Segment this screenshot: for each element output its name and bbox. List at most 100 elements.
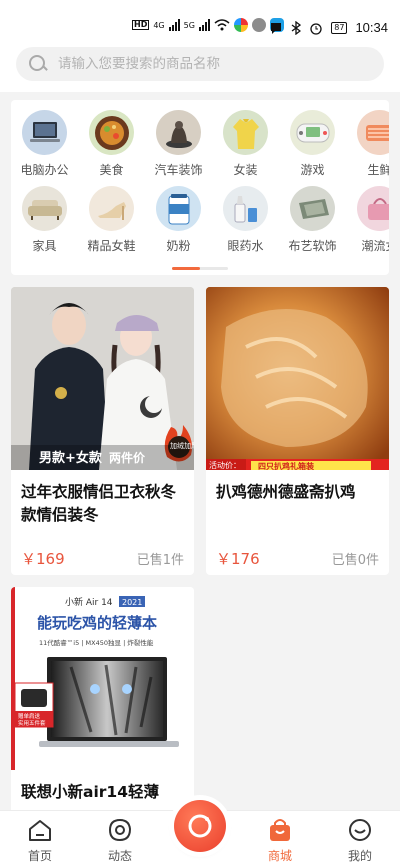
category-item-eye-drops[interactable]: 眼药水 xyxy=(212,186,279,262)
wifi-icon xyxy=(214,19,230,31)
image-caption: 男款+女款 xyxy=(39,450,103,466)
laptop-model: 小新 Air 14 xyxy=(65,596,113,608)
product-price: ￥169 xyxy=(21,549,65,568)
status-right: 87 10:34 xyxy=(269,20,388,35)
gift-line-1: 赠单肩送 xyxy=(18,712,41,720)
fresh-food-icon xyxy=(357,110,389,155)
gift-line-2: 实用五件套 xyxy=(18,719,46,727)
womens-clothing-icon xyxy=(223,110,268,155)
bluetooth-icon xyxy=(291,20,302,35)
category-pager xyxy=(172,267,228,270)
profile-icon xyxy=(349,819,371,841)
nav-label: 我的 xyxy=(347,849,372,863)
game-console-icon xyxy=(290,110,335,155)
nav-moments[interactable]: 动态 xyxy=(80,811,160,866)
app-notification-icon xyxy=(233,18,248,32)
food-icon xyxy=(89,110,134,155)
nav-profile[interactable]: 我的 xyxy=(320,811,400,866)
camera-button[interactable] xyxy=(174,800,226,852)
laptop-year: 2021 xyxy=(122,598,142,607)
category-item-fresh[interactable]: 生鲜 xyxy=(346,110,389,186)
handbag-icon xyxy=(357,186,389,231)
couple-hoodie-photo: 男款+女款 两件价 加绒加厚 xyxy=(11,287,194,470)
category-item-games[interactable]: 游戏 xyxy=(279,110,346,186)
high-heel-icon xyxy=(89,186,134,231)
laptop-spec: 11代酷睿™i5 | MX450独显 | 炸裂性能 xyxy=(39,638,154,647)
rug-icon xyxy=(290,186,335,231)
alarm-icon xyxy=(310,22,322,35)
search-bar-container xyxy=(0,40,400,92)
battery-indicator: 87 xyxy=(331,21,348,34)
status-bar: HD 4G 5G 87 10:34 xyxy=(0,0,400,40)
promo-banner: 四只扒鸡礼箱装 xyxy=(258,461,314,470)
category-label: 潮流女 xyxy=(361,239,389,253)
clock: 10:34 xyxy=(355,20,388,35)
category-row: 家具 精品女鞋 奶粉 眼药水 布艺软饰 潮流 xyxy=(11,186,389,262)
nav-label: 首页 xyxy=(27,849,52,863)
category-item-furniture[interactable]: 家具 xyxy=(11,186,78,262)
sofa-icon xyxy=(22,186,67,231)
product-card[interactable]: 男款+女款 两件价 加绒加厚 过年衣服情侣卫衣秋冬款情侣装冬 ￥169 已售1件 xyxy=(11,287,194,575)
product-title[interactable]: 过年衣服情侣卫衣秋冬款情侣装冬 xyxy=(11,470,194,538)
category-label: 布艺软饰 xyxy=(288,239,337,253)
wechat-icon xyxy=(251,18,266,32)
search-icon xyxy=(28,54,48,74)
category-grid: 电脑办公 美食 汽车装饰 女装 游戏 生鲜 家具 精品女鞋 奶粉 眼药水 布艺软… xyxy=(11,100,389,275)
network-4g-label: 4G xyxy=(153,20,165,30)
product-meta: ￥169 已售1件 xyxy=(11,538,194,575)
laptop-promo-image: 小新 Air 14 2021 能玩吃鸡的轻薄本 11代酷睿™i5 | MX450… xyxy=(11,587,194,770)
category-row: 电脑办公 美食 汽车装饰 女装 游戏 生鲜 xyxy=(11,110,389,186)
signal-bars-icon xyxy=(168,19,180,31)
promo-label: 活动价： xyxy=(209,460,241,470)
message-icon xyxy=(271,22,282,34)
category-item-milk-powder[interactable]: 奶粉 xyxy=(145,186,212,262)
nav-label: 动态 xyxy=(107,849,132,863)
category-item-trendy-women[interactable]: 潮流女 xyxy=(346,186,389,262)
product-title[interactable]: 扒鸡德州德盛斋扒鸡 xyxy=(206,470,389,538)
laptop-icon xyxy=(22,110,67,155)
category-label: 汽车装饰 xyxy=(154,163,203,177)
product-sold-count: 已售0件 xyxy=(331,552,379,568)
category-label: 游戏 xyxy=(300,163,325,177)
product-meta: ￥176 已售0件 xyxy=(206,538,389,575)
network-5g-label: 5G xyxy=(183,20,195,30)
hd-indicator: HD xyxy=(132,20,150,30)
category-label: 眼药水 xyxy=(227,239,264,253)
nav-mall[interactable]: 商城 xyxy=(240,811,320,866)
network-indicators: HD 4G 5G xyxy=(132,18,284,32)
moments-icon xyxy=(108,818,132,842)
category-item-womens-shoes[interactable]: 精品女鞋 xyxy=(78,186,145,262)
pager-active-indicator xyxy=(172,267,200,270)
braised-chicken-photo: 活动价： 四只扒鸡礼箱装 xyxy=(206,287,389,470)
product-price: ￥176 xyxy=(216,549,260,568)
category-item-car-decor[interactable]: 汽车装饰 xyxy=(145,110,212,186)
product-image: 小新 Air 14 2021 能玩吃鸡的轻薄本 11代酷睿™i5 | MX450… xyxy=(11,587,194,770)
laptop-headline: 能玩吃鸡的轻薄本 xyxy=(37,614,157,632)
category-label: 女装 xyxy=(233,163,258,177)
category-label: 奶粉 xyxy=(166,239,191,253)
image-badge: 加绒加厚 xyxy=(170,441,194,450)
product-card[interactable]: 小新 Air 14 2021 能玩吃鸡的轻薄本 11代酷睿™i5 | MX450… xyxy=(11,587,194,827)
category-item-computer[interactable]: 电脑办公 xyxy=(11,110,78,186)
shopping-bag-icon xyxy=(270,819,290,841)
category-item-soft-decor[interactable]: 布艺软饰 xyxy=(279,186,346,262)
eye-drops-icon xyxy=(223,186,268,231)
category-label: 美食 xyxy=(99,163,124,177)
image-tag: 两件价 xyxy=(109,450,146,465)
category-item-womens-clothing[interactable]: 女装 xyxy=(212,110,279,186)
category-label: 生鲜 xyxy=(367,163,389,177)
search-input[interactable] xyxy=(58,56,358,72)
product-card[interactable]: 活动价： 四只扒鸡礼箱装 扒鸡德州德盛斋扒鸡 ￥176 已售0件 xyxy=(206,287,389,575)
search-bar[interactable] xyxy=(16,47,384,81)
car-ornament-icon xyxy=(156,110,201,155)
nav-home[interactable]: 首页 xyxy=(0,811,80,866)
product-sold-count: 已售1件 xyxy=(136,552,184,568)
product-image: 男款+女款 两件价 加绒加厚 xyxy=(11,287,194,470)
signal-bars-2-icon xyxy=(198,19,210,31)
product-image: 活动价： 四只扒鸡礼箱装 xyxy=(206,287,389,470)
milk-powder-icon xyxy=(156,186,201,231)
nav-label: 商城 xyxy=(267,849,292,863)
category-label: 家具 xyxy=(32,239,57,253)
home-icon xyxy=(29,820,51,841)
category-item-food[interactable]: 美食 xyxy=(78,110,145,186)
